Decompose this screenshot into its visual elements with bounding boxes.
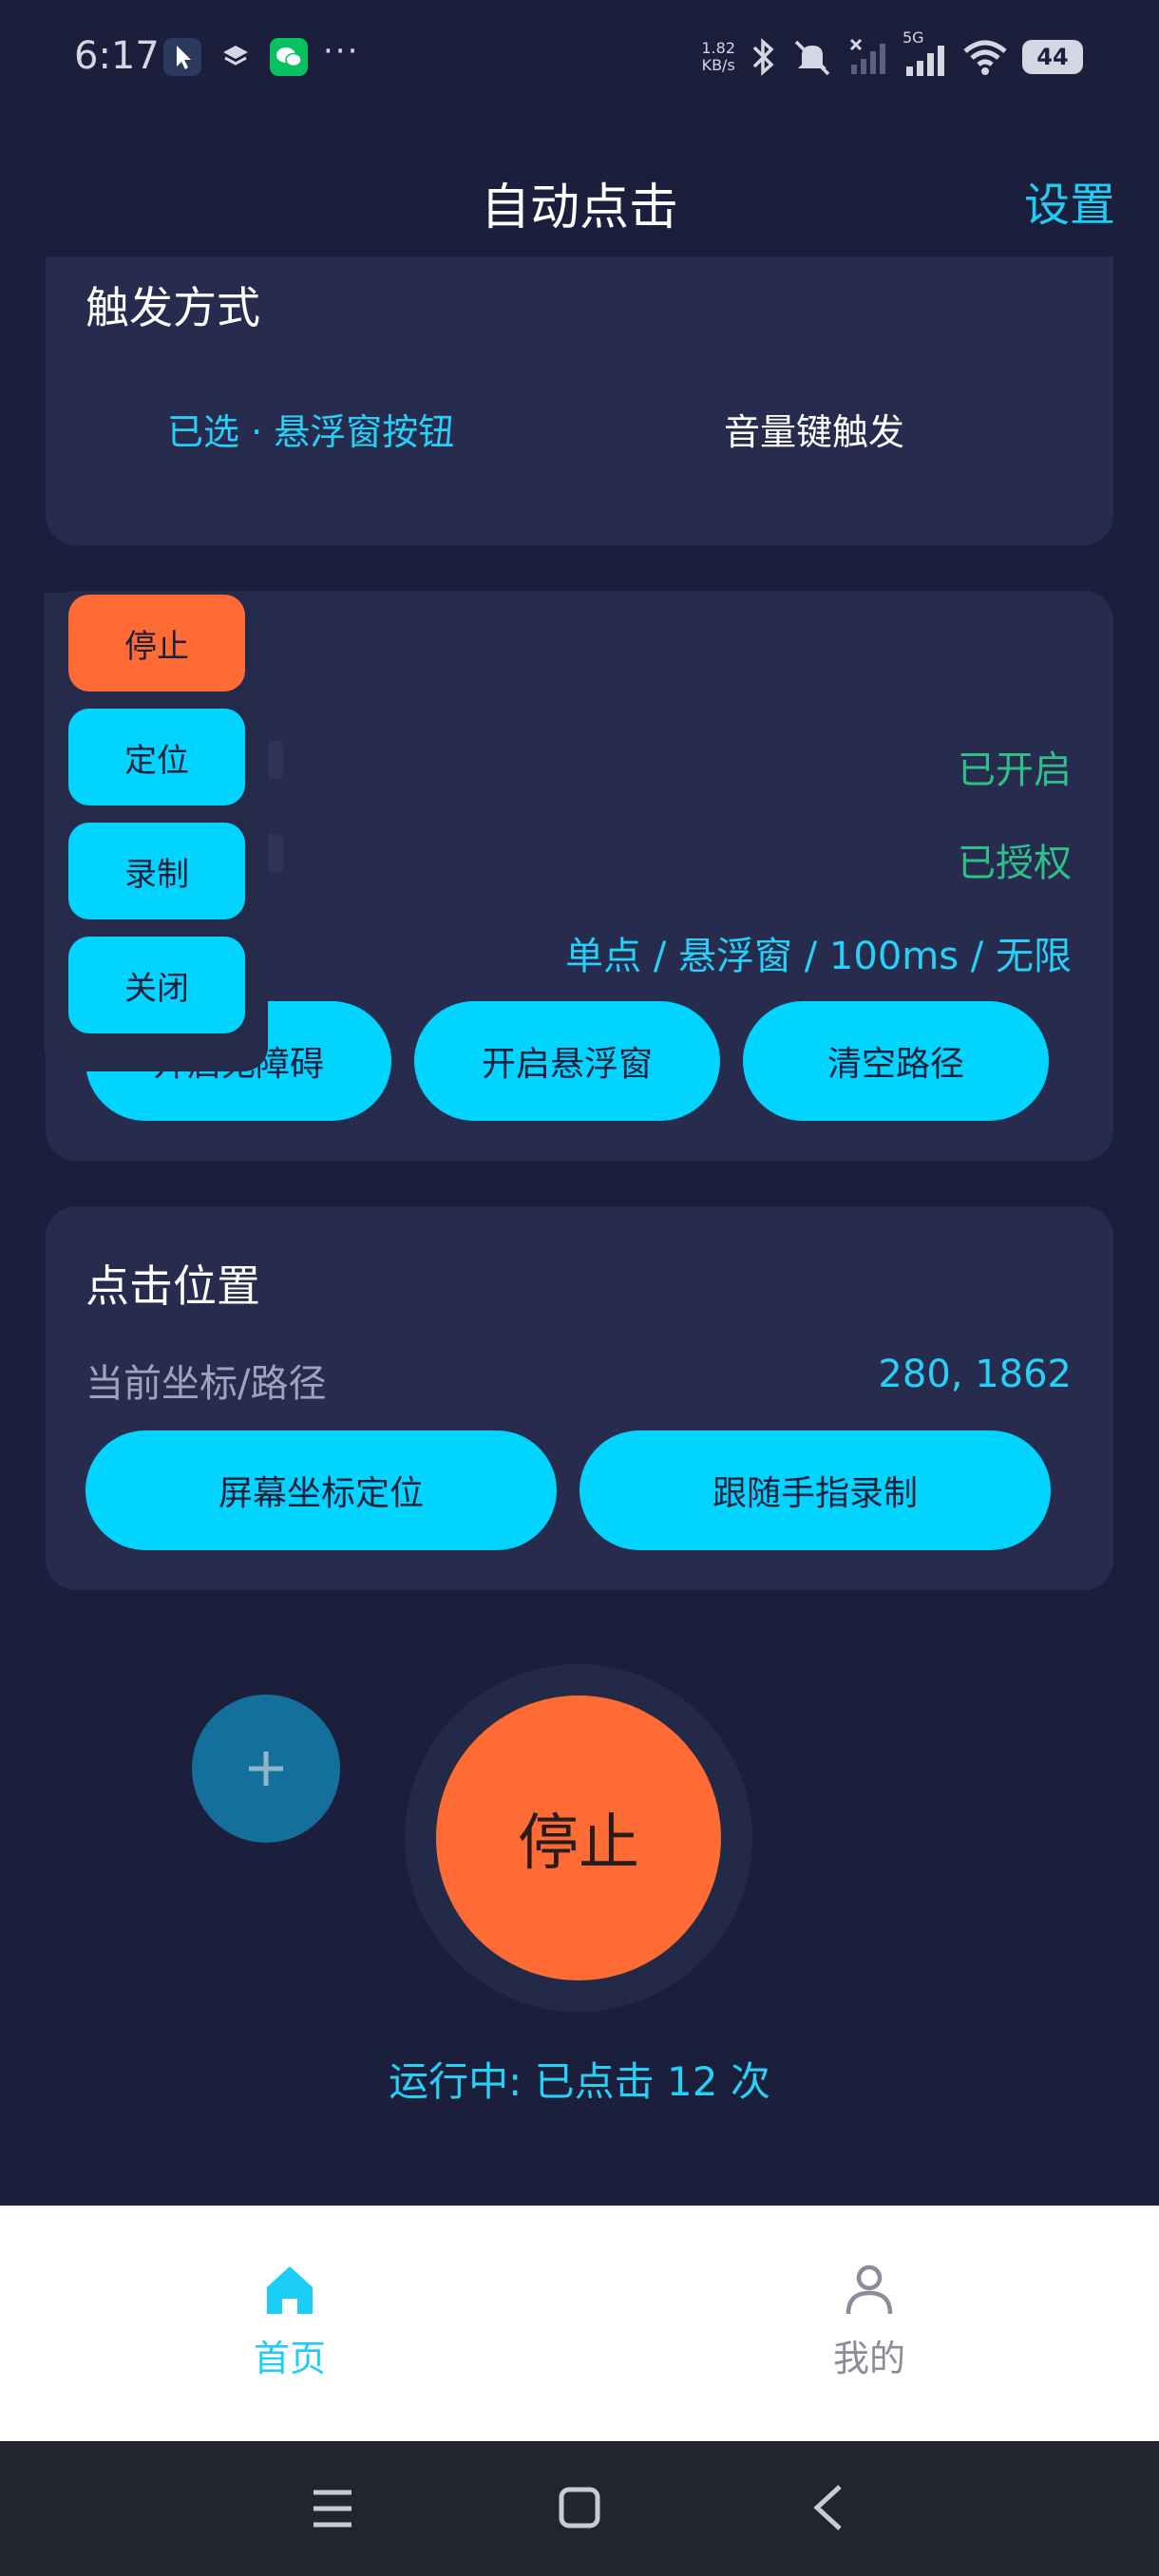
current-coordinate-value: 280, 1862 bbox=[878, 1353, 1072, 1396]
running-status-text: 运行中: 已点击 12 次 bbox=[389, 2058, 770, 2105]
trigger-option-floating-button[interactable]: 已选 · 悬浮窗按钮 bbox=[167, 403, 454, 455]
home-icon bbox=[267, 2266, 313, 2314]
back-icon[interactable] bbox=[808, 2483, 849, 2532]
status-indicators: 1.82 KB/s 5G 44 bbox=[701, 28, 1083, 82]
status-time: 6:17 bbox=[74, 34, 160, 78]
trigger-mode-title: 触发方式 bbox=[86, 282, 260, 333]
stop-clicking-button[interactable]: 停止 bbox=[436, 1695, 721, 1980]
float-close-button[interactable]: 关闭 bbox=[68, 937, 245, 1033]
tab-mine[interactable]: 我的 bbox=[774, 2263, 964, 2415]
settings-button[interactable]: 设置 bbox=[1024, 167, 1115, 234]
person-icon bbox=[846, 2264, 893, 2315]
clear-path-button[interactable]: 清空路径 bbox=[743, 1001, 1049, 1121]
no-signal-icon bbox=[849, 38, 885, 74]
click-position-title: 点击位置 bbox=[86, 1260, 260, 1312]
system-navigation-bar bbox=[0, 2441, 1159, 2576]
tab-home[interactable]: 首页 bbox=[195, 2263, 385, 2415]
plus-icon bbox=[249, 1752, 283, 1786]
bottom-navigation: 首页 我的 bbox=[0, 2206, 1159, 2441]
home-square-icon[interactable] bbox=[557, 2485, 602, 2530]
layers-icon bbox=[217, 38, 255, 76]
tab-home-label: 首页 bbox=[254, 2338, 327, 2379]
accessibility-status: 已开启 bbox=[958, 748, 1072, 792]
overlay-permission-status: 已授权 bbox=[958, 842, 1072, 885]
add-point-button[interactable] bbox=[192, 1695, 340, 1843]
trigger-option-volume-key[interactable]: 音量键触发 bbox=[724, 403, 904, 455]
signal-5g-icon: 5G bbox=[902, 28, 948, 80]
battery-indicator: 44 bbox=[1022, 40, 1083, 74]
current-coordinate-label: 当前坐标/路径 bbox=[86, 1362, 327, 1406]
page-title: 自动点击 bbox=[480, 180, 678, 237]
click-config-summary: 单点 / 悬浮窗 / 100ms / 无限 bbox=[565, 935, 1072, 978]
float-stop-button[interactable]: 停止 bbox=[68, 595, 245, 691]
more-notifications-icon: ··· bbox=[323, 32, 360, 70]
bluetooth-icon bbox=[752, 38, 774, 76]
wechat-icon bbox=[270, 38, 308, 76]
status-bar: 6:17 ··· 1.82 KB/s 5G 44 bbox=[0, 0, 1159, 114]
finger-record-button[interactable]: 跟随手指录制 bbox=[580, 1430, 1051, 1550]
enable-floating-window-button[interactable]: 开启悬浮窗 bbox=[414, 1001, 720, 1121]
screen-coordinate-locate-button[interactable]: 屏幕坐标定位 bbox=[86, 1430, 557, 1550]
cursor-app-icon bbox=[163, 38, 201, 76]
float-record-button[interactable]: 录制 bbox=[68, 823, 245, 919]
tab-mine-label: 我的 bbox=[833, 2338, 906, 2379]
wifi-icon bbox=[963, 40, 1007, 75]
menu-icon[interactable] bbox=[310, 2487, 355, 2530]
net-speed: 1.82 KB/s bbox=[701, 39, 735, 74]
mute-icon bbox=[794, 40, 830, 76]
float-locate-button[interactable]: 定位 bbox=[68, 709, 245, 805]
